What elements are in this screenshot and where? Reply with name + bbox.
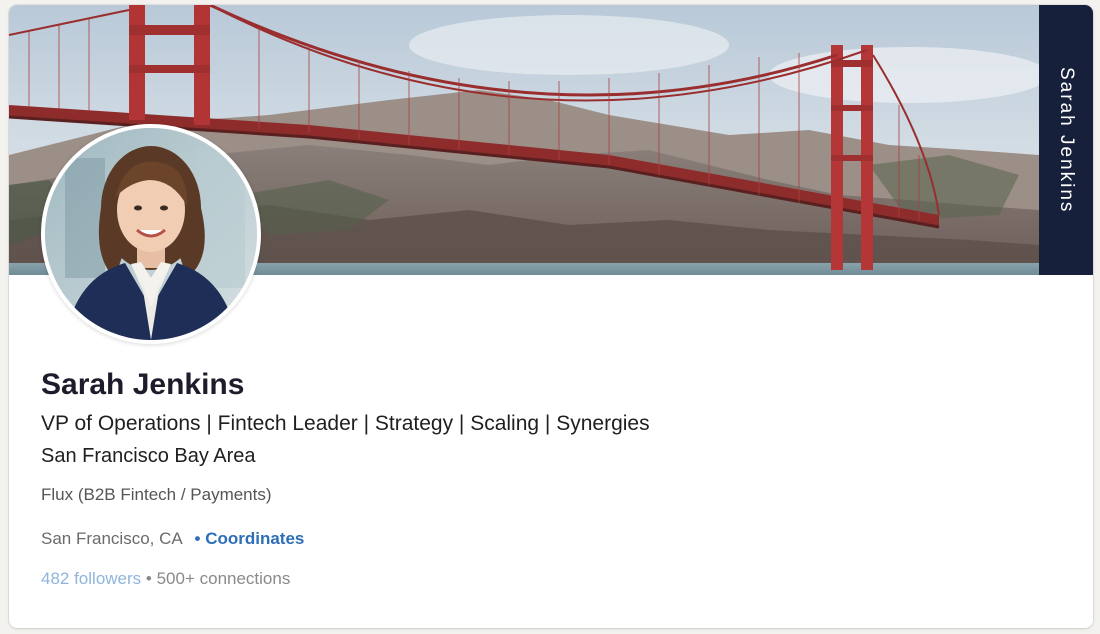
profile-company: Flux (B2B Fintech / Payments) (41, 485, 272, 504)
location-row: San Francisco, CA • Coordinates (41, 527, 1053, 551)
profile-card: Sarah Jenkins Sarah Jenkins VP of Operat… (9, 5, 1093, 628)
stats-row: 482 followers • 500+ connections (41, 567, 1053, 591)
person-avatar-icon (45, 128, 257, 340)
profile-info: Sarah Jenkins VP of Operations | Fintech… (41, 365, 1053, 591)
side-name-tab: Sarah Jenkins (1039, 5, 1093, 275)
profile-location: San Francisco, CA (41, 529, 182, 548)
followers-link[interactable]: 482 followers (41, 569, 141, 588)
stats-separator: • (145, 569, 152, 588)
connections-count: 500+ connections (156, 569, 291, 588)
profile-name: Sarah Jenkins (41, 368, 245, 401)
profile-headline: VP of Operations | Fintech Leader | Stra… (41, 412, 650, 435)
profile-region: San Francisco Bay Area (41, 445, 256, 467)
side-tab-name: Sarah Jenkins (1056, 66, 1077, 214)
coordinates-link[interactable]: • Coordinates (195, 529, 305, 548)
profile-photo[interactable] (41, 124, 261, 344)
